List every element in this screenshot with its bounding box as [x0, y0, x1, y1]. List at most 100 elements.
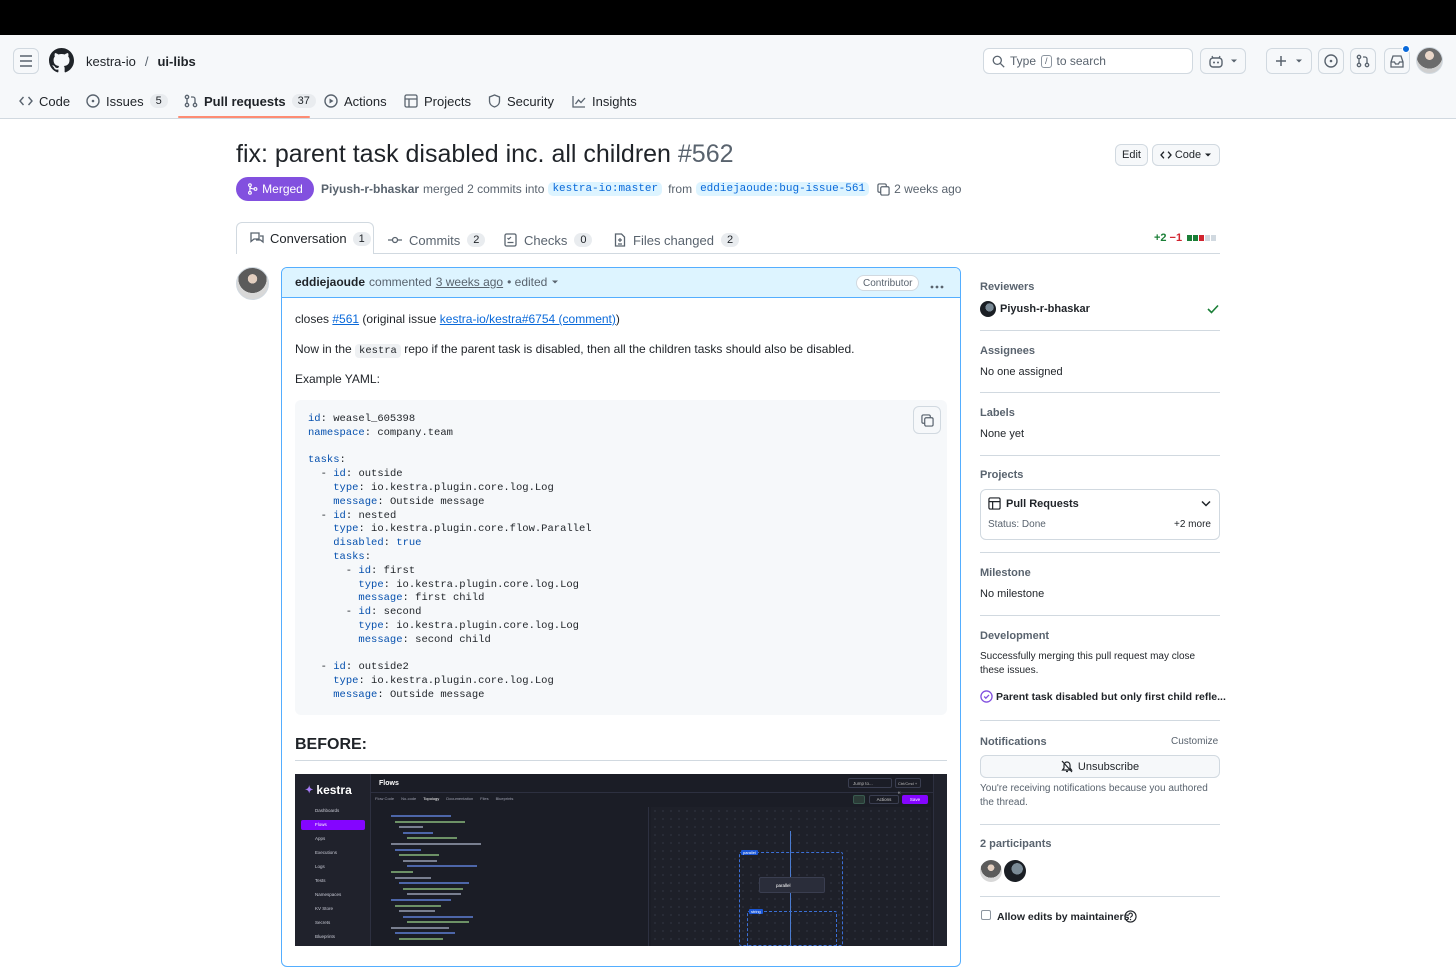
- tab-commits[interactable]: Commits 2: [388, 226, 486, 254]
- allow-edits-label: Allow edits by maintainers: [997, 911, 1130, 923]
- ss-code-line: [399, 938, 443, 941]
- closes-link[interactable]: #561: [332, 312, 359, 326]
- ss-code-line: [391, 898, 451, 901]
- development-text: Successfully merging this pull request m…: [980, 651, 1196, 676]
- ss-code-line: [391, 842, 481, 845]
- tab-label: Pull requests: [204, 93, 286, 109]
- ss-editor-pane: [373, 807, 649, 946]
- active-tab-underline: [178, 116, 310, 118]
- code-line: - id: first: [308, 564, 416, 577]
- yaml-code-block: id: weasel_605398 namespace: company.team…: [295, 400, 947, 715]
- ss-code-line: [395, 904, 441, 907]
- customize-link[interactable]: Customize: [1171, 736, 1218, 747]
- reviewers-heading[interactable]: Reviewers: [980, 281, 1034, 293]
- tab-projects[interactable]: Projects: [404, 92, 471, 110]
- ss-tab: Topology: [423, 796, 440, 801]
- merge-time: 2 weeks ago: [894, 182, 962, 196]
- repo-link[interactable]: ui-libs: [157, 54, 195, 69]
- chevron-down-icon: [1230, 59, 1237, 63]
- tab-code[interactable]: Code: [19, 92, 70, 110]
- ss-tab: Flow Code: [375, 796, 395, 801]
- copilot-button[interactable]: [1200, 48, 1246, 74]
- base-branch[interactable]: kestra-io:master: [548, 182, 663, 196]
- sidebar-divider: [980, 824, 1220, 825]
- development-heading[interactable]: Development: [980, 630, 1049, 642]
- code-dropdown-button[interactable]: Code: [1152, 144, 1220, 166]
- search-input[interactable]: Type / to search: [983, 48, 1193, 74]
- embedded-screenshot[interactable]: ✦ kestra Dashboards Flows Apps Executions Log…: [295, 774, 947, 946]
- ss-tabs: Flow Code No-code Topology Documentation Fil…: [375, 796, 513, 801]
- chevron-down-icon[interactable]: [1201, 500, 1211, 507]
- linked-issue[interactable]: Parent task disabled but only first chil…: [996, 691, 1226, 703]
- pull-requests-button[interactable]: [1350, 48, 1376, 74]
- tab-security[interactable]: Security: [488, 92, 554, 110]
- code-line: message: Outside message: [333, 495, 485, 508]
- ss-actions-btn: Actions: [869, 795, 899, 804]
- ss-right-rail: [933, 774, 947, 946]
- comment-author[interactable]: eddiejaoude: [295, 275, 365, 289]
- original-link[interactable]: kestra-io/kestra#6754 (comment): [440, 312, 616, 326]
- comment-verb: commented: [369, 275, 432, 289]
- comment-edited[interactable]: • edited: [507, 275, 547, 289]
- example-label: Example YAML:: [295, 372, 380, 386]
- create-new-button[interactable]: [1266, 48, 1312, 74]
- merge-author[interactable]: Piyush-r-bhaskar: [321, 182, 419, 196]
- labels-heading[interactable]: Labels: [980, 407, 1015, 419]
- ss-menu-item: Logs: [315, 864, 325, 869]
- comment-avatar[interactable]: [236, 267, 269, 300]
- allow-edits-checkbox[interactable]: [981, 910, 991, 920]
- ss-menu-item: Secrets: [315, 920, 331, 925]
- ss-menu-item: Dashboards: [315, 808, 340, 813]
- tab-pull-requests[interactable]: Pull requests 37: [184, 92, 316, 110]
- ss-menu-item: Flows: [301, 820, 365, 830]
- project-more[interactable]: +2 more: [1174, 519, 1211, 530]
- ss-brand-name: kestra: [316, 783, 352, 797]
- milestone-value: No milestone: [980, 588, 1045, 600]
- chevron-down-icon[interactable]: [551, 279, 559, 285]
- checklist-icon: [504, 233, 517, 247]
- github-logo[interactable]: [49, 48, 74, 73]
- copy-code-button[interactable]: [913, 406, 941, 434]
- owner-link[interactable]: kestra-io: [86, 54, 136, 69]
- sidebar-divider: [980, 615, 1220, 616]
- ss-code-line: [403, 887, 463, 890]
- projects-heading[interactable]: Projects: [980, 469, 1023, 481]
- comment-time[interactable]: 3 weeks ago: [436, 275, 503, 289]
- files-changed-count: 2: [720, 233, 740, 247]
- copy-icon[interactable]: [877, 182, 890, 196]
- table-icon: [988, 497, 1001, 510]
- tab-issues[interactable]: Issues 5: [86, 92, 168, 110]
- participant-avatar[interactable]: [1004, 860, 1026, 882]
- notification-dot: [1402, 45, 1410, 53]
- issue-opened-icon: [1324, 54, 1338, 68]
- reviewer-name[interactable]: Piyush-r-bhaskar: [1000, 303, 1090, 315]
- ss-code-line: [395, 820, 465, 823]
- question-icon[interactable]: [1124, 910, 1137, 923]
- tab-insights[interactable]: Insights: [572, 92, 637, 110]
- sidebar-divider: [980, 392, 1220, 393]
- participant-avatar[interactable]: [980, 860, 1002, 882]
- project-card[interactable]: [980, 489, 1220, 540]
- tab-files-changed[interactable]: Files changed 2: [614, 226, 740, 254]
- tab-conversation[interactable]: Conversation 1: [236, 222, 374, 254]
- code-icon: [19, 96, 33, 106]
- ss-code-line: [407, 893, 461, 896]
- issues-button[interactable]: [1318, 48, 1344, 74]
- edit-button[interactable]: Edit: [1115, 144, 1148, 166]
- ss-code-line: [395, 848, 421, 851]
- milestone-heading[interactable]: Milestone: [980, 567, 1031, 579]
- code-line: id: weasel_605398: [308, 413, 416, 425]
- assignees-heading[interactable]: Assignees: [980, 345, 1035, 357]
- avatar[interactable]: [1416, 47, 1443, 74]
- comment-options-button[interactable]: [930, 276, 944, 292]
- ss-tab: Blueprints: [495, 796, 514, 801]
- tab-checks[interactable]: Checks 0: [504, 226, 593, 254]
- search-key: /: [1041, 54, 1052, 68]
- head-branch[interactable]: eddiejaoude:bug-issue-561: [696, 182, 870, 196]
- tab-actions[interactable]: Actions: [324, 92, 387, 110]
- project-name: Pull Requests: [1006, 498, 1079, 510]
- ss-badge1-text: parallel: [743, 850, 756, 855]
- menu-button[interactable]: [13, 48, 39, 74]
- unsubscribe-button[interactable]: Unsubscribe: [980, 755, 1220, 778]
